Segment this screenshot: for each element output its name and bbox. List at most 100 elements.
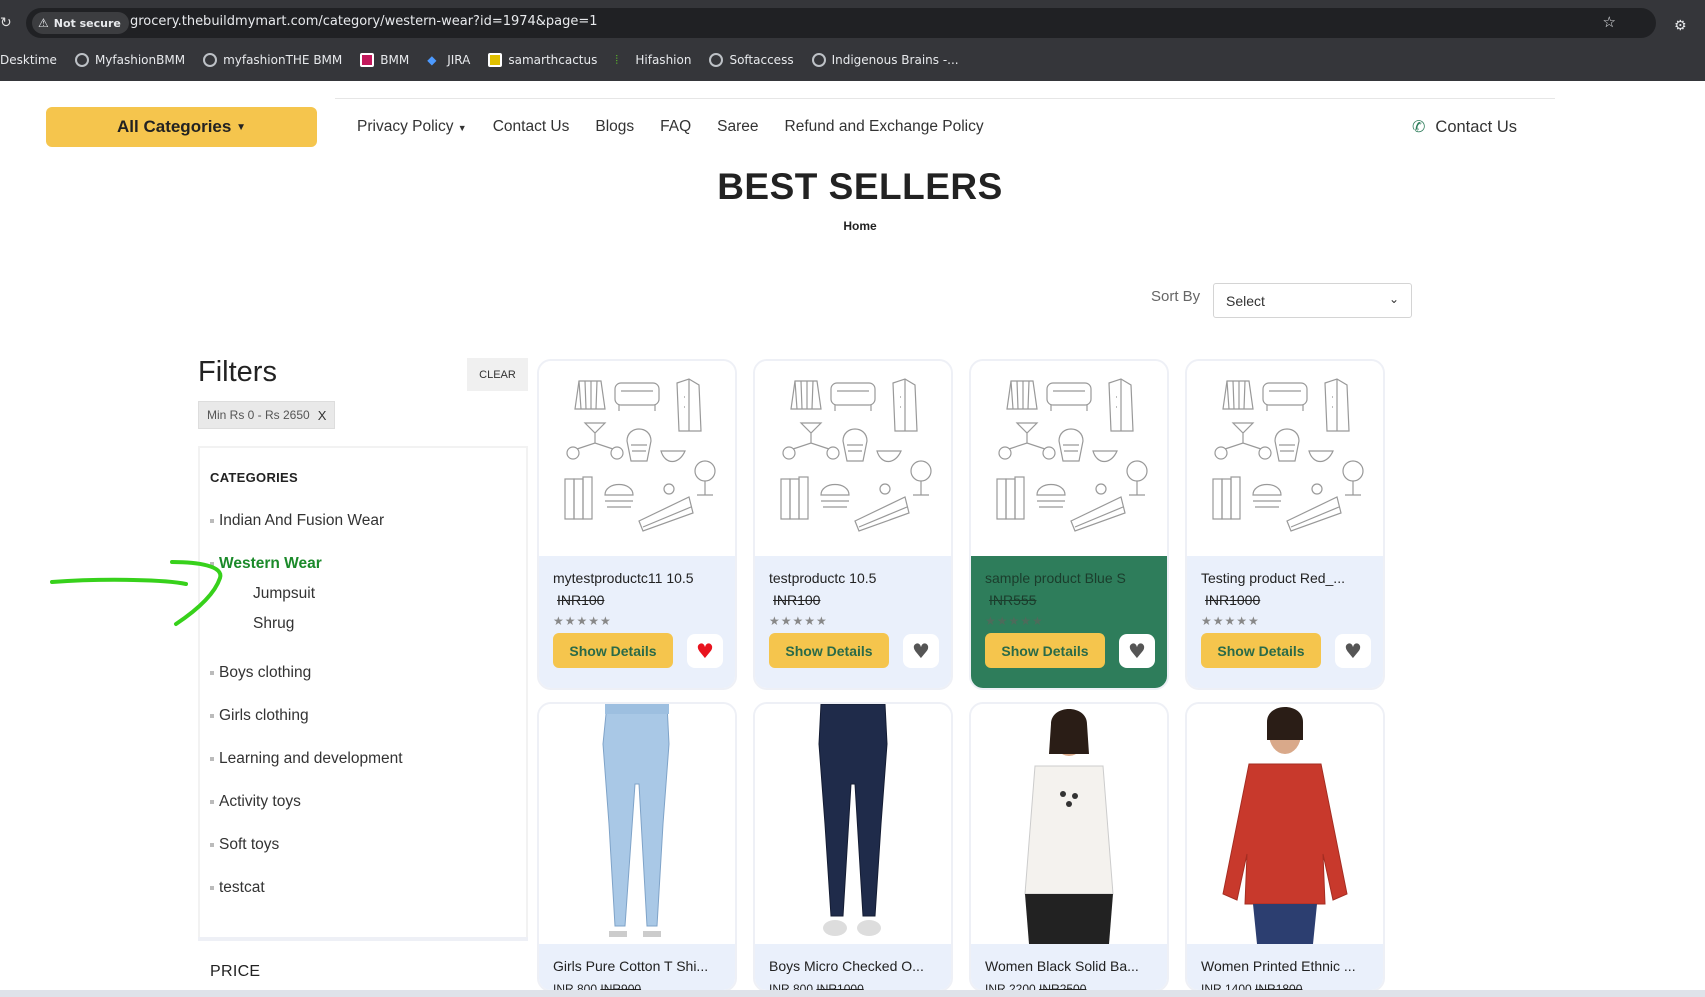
header-contact[interactable]: ✆ Contact Us (1412, 117, 1517, 137)
product-name[interactable]: mytestproductc11 10.5 (553, 570, 723, 586)
product-price: INR555 (989, 592, 1037, 608)
category-boys-clothing[interactable]: Boys clothing (210, 664, 311, 682)
product-card-body: Boys Micro Checked O... INR 800 INR1000 (755, 944, 951, 990)
show-details-button[interactable]: Show Details (1201, 633, 1321, 668)
bullet-icon (210, 671, 214, 675)
bookmark-samarthcactus[interactable]: samarthcactus (488, 53, 597, 67)
remove-filter-button[interactable]: X (318, 408, 327, 423)
categories-heading: CATEGORIES (210, 470, 298, 485)
reload-icon[interactable]: ↻ (0, 14, 12, 32)
product-name[interactable]: Testing product Red_... (1201, 570, 1371, 586)
product-card-body: mytestproductc11 10.5 INR100 ★★★★★ Show … (539, 556, 735, 688)
filters-title: Filters (198, 356, 277, 388)
nav-privacy-policy[interactable]: Privacy Policy ▼ (357, 118, 467, 136)
phone-icon: ✆ (1412, 119, 1426, 136)
extensions-icon[interactable]: ⚙ (1674, 18, 1687, 34)
product-name[interactable]: Girls Pure Cotton T Shi... (553, 958, 723, 974)
warning-icon: ⚠ (38, 16, 49, 30)
heart-icon[interactable]: ♥ (687, 634, 723, 668)
woman-white-top-icon (1024, 709, 1114, 944)
star-rating: ★★★★★ (1201, 614, 1260, 628)
product-image-white-top[interactable] (971, 704, 1167, 944)
bookmark-desktime[interactable]: Desktime (0, 53, 57, 67)
nav-blogs[interactable]: Blogs (595, 118, 634, 136)
bookmark-myfashionthebmm[interactable]: myfashionTHE BMM (203, 53, 342, 67)
omnibox[interactable]: ⚠ Not secure grocery.thebuildmymart.com/… (26, 8, 1656, 38)
woman-red-top-icon (1222, 707, 1348, 944)
heart-icon[interactable]: ♥ (1335, 634, 1371, 668)
bookmarks-bar: Desktime MyfashionBMM myfashionTHE BMM B… (0, 48, 959, 72)
heart-icon[interactable]: ♥ (1119, 634, 1155, 668)
sort-selected-value: Select (1226, 293, 1265, 309)
placeholder-doodle-icon (780, 378, 932, 532)
product-name[interactable]: Women Black Solid Ba... (985, 958, 1155, 974)
nav-refund-policy[interactable]: Refund and Exchange Policy (785, 118, 984, 136)
product-card[interactable]: Girls Pure Cotton T Shi... INR 800 INR90… (537, 702, 737, 992)
bullet-icon (210, 714, 214, 718)
bookmark-softaccess[interactable]: Softaccess (709, 53, 794, 67)
product-card[interactable]: Testing product Red_... INR1000 ★★★★★ Sh… (1185, 359, 1385, 690)
product-card[interactable]: mytestproductc11 10.5 INR100 ★★★★★ Show … (537, 359, 737, 690)
product-card[interactable]: testproductc 10.5 INR100 ★★★★★ Show Deta… (753, 359, 953, 690)
placeholder-doodle-icon (996, 378, 1148, 532)
nav-contact-us[interactable]: Contact Us (493, 118, 570, 136)
product-image-red-top[interactable] (1187, 704, 1383, 944)
product-name[interactable]: testproductc 10.5 (769, 570, 939, 586)
globe-icon (74, 53, 89, 67)
product-price: INR1000 (1205, 592, 1261, 608)
category-learning[interactable]: Learning and development (210, 750, 403, 768)
category-girls-clothing[interactable]: Girls clothing (210, 707, 309, 725)
url-text[interactable]: grocery.thebuildmymart.com/category/west… (130, 14, 598, 29)
product-card[interactable]: Women Black Solid Ba... INR 2200 INR2500 (969, 702, 1169, 992)
nav-faq[interactable]: FAQ (660, 118, 691, 136)
show-details-button[interactable]: Show Details (985, 633, 1105, 668)
sort-label: Sort By (1151, 288, 1201, 305)
star-rating: ★★★★★ (553, 614, 612, 628)
product-card-body: Women Printed Ethnic ... INR 1400 INR180… (1187, 944, 1383, 990)
category-activity-toys[interactable]: Activity toys (210, 793, 301, 811)
security-chip[interactable]: ⚠ Not secure (32, 12, 129, 34)
bmm-logo-icon (360, 53, 375, 67)
product-image-placeholder[interactable] (1187, 361, 1383, 556)
product-card[interactable]: Women Printed Ethnic ... INR 1400 INR180… (1185, 702, 1385, 992)
breadcrumb[interactable]: Home (0, 219, 1705, 233)
bookmark-star-icon[interactable]: ☆ (1603, 13, 1616, 31)
heart-icon[interactable]: ♥ (903, 634, 939, 668)
product-image-placeholder[interactable] (539, 361, 735, 556)
product-card[interactable]: Boys Micro Checked O... INR 800 INR1000 (753, 702, 953, 992)
category-indian-fusion[interactable]: Indian And Fusion Wear (210, 512, 384, 530)
subcategory-shrug[interactable]: Shrug (253, 615, 294, 633)
clear-filters-button[interactable]: CLEAR (467, 358, 528, 391)
product-name[interactable]: sample product Blue S (985, 570, 1155, 586)
product-name[interactable]: Women Printed Ethnic ... (1201, 958, 1371, 974)
header-divider (335, 98, 1555, 99)
address-row: ↻ ⚠ Not secure grocery.thebuildmymart.co… (0, 6, 1705, 40)
nav-saree[interactable]: Saree (717, 118, 758, 136)
product-image-jeans-dark[interactable] (755, 704, 951, 944)
star-rating: ★★★★★ (769, 614, 828, 628)
product-image-placeholder[interactable] (755, 361, 951, 556)
bookmark-jira[interactable]: ◆ JIRA (427, 53, 470, 67)
jeans-image-icon (818, 704, 888, 936)
product-card-body: Girls Pure Cotton T Shi... INR 800 INR90… (539, 944, 735, 990)
show-details-button[interactable]: Show Details (553, 633, 673, 668)
sort-select[interactable]: Select ⌄ (1213, 283, 1412, 318)
subcategory-jumpsuit[interactable]: Jumpsuit (253, 585, 315, 603)
annotation-arrow (50, 560, 223, 626)
bookmark-myfashionbmm[interactable]: MyfashionBMM (74, 53, 185, 67)
bookmark-hifashion[interactable]: ⦙ Hifashion (615, 53, 691, 67)
price-heading: PRICE (210, 963, 261, 980)
bookmark-bmm[interactable]: BMM (360, 53, 409, 67)
category-soft-toys[interactable]: Soft toys (210, 836, 279, 854)
horizontal-scrollbar[interactable] (0, 990, 1705, 997)
product-card-body: sample product Blue S INR555 ★★★★★ Show … (971, 556, 1167, 688)
hifashion-icon: ⦙ (615, 53, 619, 67)
show-details-button[interactable]: Show Details (769, 633, 889, 668)
product-card[interactable]: sample product Blue S INR555 ★★★★★ Show … (969, 359, 1169, 690)
bookmark-indigenous[interactable]: Indigenous Brains -... (811, 53, 959, 67)
product-image-placeholder[interactable] (971, 361, 1167, 556)
category-testcat[interactable]: testcat (210, 879, 265, 897)
product-name[interactable]: Boys Micro Checked O... (769, 958, 939, 974)
product-image-jeans-light[interactable] (539, 704, 735, 944)
all-categories-button[interactable]: All Categories ▼ (46, 107, 317, 147)
